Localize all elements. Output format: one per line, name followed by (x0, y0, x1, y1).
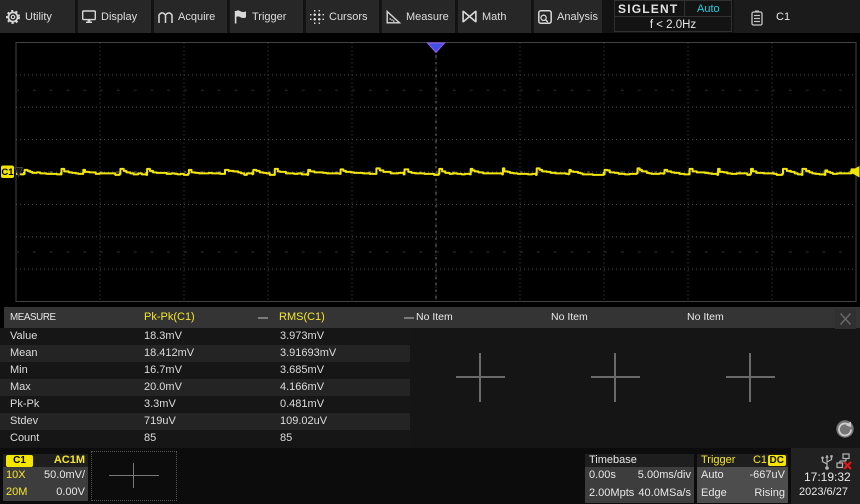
svg-text:C1: C1 (1, 167, 14, 178)
